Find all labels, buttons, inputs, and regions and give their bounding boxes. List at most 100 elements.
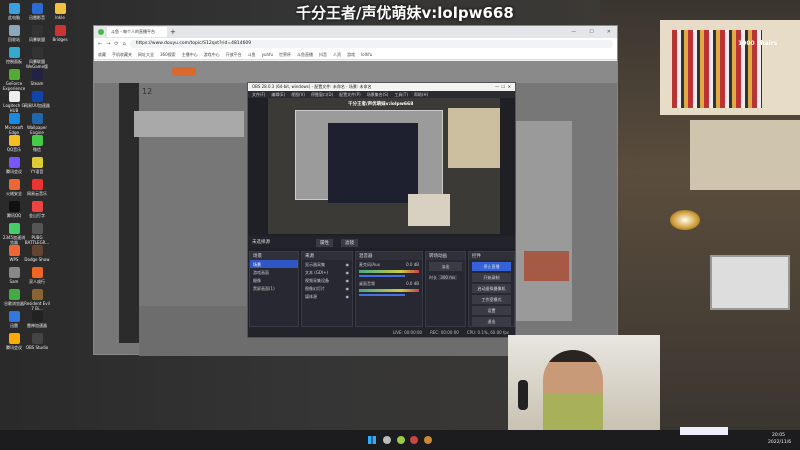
bookmark-item[interactable]: 人资 [333, 52, 341, 58]
scene-item[interactable]: 黑屏画面(1) [250, 284, 298, 292]
source-item[interactable]: 文本 (GDI+) ◉ [302, 268, 352, 276]
browser-tab[interactable]: 斗鱼 - 每个人的直播平台 [107, 27, 167, 37]
bookmark-item[interactable]: 游戏中心 [204, 52, 220, 58]
desktop-icon[interactable]: 风暴联盟 WeGame版 [24, 47, 50, 69]
maximize-icon[interactable]: ☐ [589, 29, 593, 35]
volume-slider[interactable] [359, 275, 406, 277]
eye-icon[interactable]: ◉ [346, 286, 350, 291]
control-button[interactable]: 退出 [472, 317, 511, 326]
sources-dock: 来源 显示器采集 ◉ 文本 (GDI+) ◉ 视频采集设备 ◉ 图像幻灯片 ◉ 媒体源 ◉ [301, 251, 353, 327]
bookmark-item[interactable]: 世界杯 [279, 52, 291, 58]
obs-preview[interactable]: 千分王者/声优萌妹v:lolpw668 [268, 98, 500, 234]
control-button[interactable]: 开始录制 [472, 273, 511, 282]
desktop-icon[interactable]: PUBG BATTLEGR... [24, 223, 50, 245]
source-item[interactable]: 图像幻灯片 ◉ [302, 284, 352, 292]
bookmark-item[interactable]: 手机收藏夹 [112, 52, 132, 58]
douyu-logo[interactable] [172, 67, 196, 76]
eye-icon[interactable]: ◉ [346, 278, 350, 283]
bookmark-item[interactable]: 网址大全 [138, 52, 154, 58]
bookmark-item[interactable]: 斗鱼 [248, 52, 256, 58]
control-button[interactable]: 工作室模式 [472, 295, 511, 304]
volume-slider[interactable] [359, 294, 406, 296]
desktop-icon[interactable]: Steam [24, 69, 50, 86]
app-icon [8, 333, 20, 344]
desktop-icon[interactable]: Wallpaper Engine [24, 113, 50, 135]
eye-icon[interactable]: ◉ [346, 294, 350, 299]
bookmark-item[interactable]: yuhfu [262, 52, 273, 57]
bookmark-item[interactable]: 收藏 [98, 52, 106, 58]
desktop-icon[interactable]: 金山打字 [24, 201, 50, 218]
obs-taskbar-icon[interactable] [383, 436, 391, 444]
new-tab-icon[interactable]: + [170, 28, 176, 36]
obs-window[interactable]: OBS 28.0.3 (64-bit, windows) - 配置文件: 未命名… [247, 82, 516, 338]
app-icon [8, 289, 20, 300]
bookmark-item[interactable]: 360搜索 [160, 52, 176, 58]
obs-menu-item[interactable]: 编辑(E) [271, 92, 285, 97]
bookmark-item[interactable]: lolhfu [361, 52, 372, 57]
desktop-icons: 此电脑 迅雷影音 Inkle 回收站 风暴联盟 Bridges 控制面板 风暴联盟 WeGam… [0, 0, 92, 428]
desktop-icon-label: Dodge Show [24, 257, 50, 262]
start-icon[interactable] [368, 436, 376, 444]
scene-item[interactable]: 游戏画面 [250, 268, 298, 276]
forward-icon[interactable]: → [106, 41, 110, 47]
bookmark-item[interactable]: 抖音 [319, 52, 327, 58]
rec-status: REC: 00:00:00 [430, 330, 459, 335]
source-item[interactable]: 媒体源 ◉ [302, 292, 352, 300]
window-controls[interactable]: — ☐ ✕ [495, 84, 511, 90]
app-taskbar-icon[interactable] [424, 436, 432, 444]
close-icon[interactable]: ✕ [607, 29, 611, 35]
url-input[interactable]: https://www.douyu.com/topic/S12qxt?rid=4… [129, 40, 613, 48]
controls-dock: 控件 停止直播 开始录制 启动虚拟摄像机 工作室模式 设置 退出 [468, 251, 515, 327]
desktop-icon[interactable]: Resident Evil 7 Bi... [24, 289, 50, 311]
minimize-icon[interactable]: — [571, 29, 576, 35]
properties-button[interactable]: 属性 [316, 239, 333, 247]
obs-menu-item[interactable]: 文件(F) [252, 92, 265, 97]
desktop-icon[interactable]: 双人成行 [24, 267, 50, 284]
desktop-icon[interactable]: Bridges [47, 25, 73, 42]
app-icon [31, 157, 43, 168]
desktop-icon[interactable]: Dodge Show [24, 245, 50, 262]
duration-input[interactable]: 300 ms [438, 275, 458, 280]
source-item[interactable]: 视频采集设备 ◉ [302, 276, 352, 284]
obs-menu-item[interactable]: 场景集合(S) [367, 92, 389, 97]
back-icon[interactable]: ← [98, 41, 102, 47]
bookmark-item[interactable]: 游戏 [347, 52, 355, 58]
desktop-icon[interactable]: OBS Studio [24, 333, 50, 350]
control-button[interactable]: 设置 [472, 306, 511, 315]
app-icon [31, 179, 43, 190]
obs-menu-item[interactable]: 视图(V) [291, 92, 305, 97]
obs-menu-item[interactable]: 配置文件(P) [339, 92, 361, 97]
source-item[interactable]: 显示器采集 ◉ [302, 260, 352, 268]
bookmark-item[interactable]: 开放平台 [226, 52, 242, 58]
desktop-icon[interactable]: Inkle [47, 3, 73, 20]
home-icon[interactable]: ⌂ [123, 41, 126, 47]
app-icon [8, 157, 20, 168]
wechat-taskbar-icon[interactable] [397, 436, 405, 444]
control-button[interactable]: 启动虚拟摄像机 [472, 284, 511, 293]
app-icon [31, 245, 43, 256]
eye-icon[interactable]: ◉ [346, 262, 350, 267]
scene-item[interactable]: 摄像 [250, 276, 298, 284]
control-button[interactable]: 停止直播 [472, 262, 511, 271]
obs-menu-item[interactable]: 帮助(H) [414, 92, 428, 97]
clock-time[interactable]: 20:05 [772, 433, 785, 438]
desktop-icon[interactable]: 微信 [24, 135, 50, 152]
browser-taskbar-icon[interactable] [410, 436, 418, 444]
desktop-icon[interactable]: 网易云音乐 [24, 179, 50, 196]
filters-button[interactable]: 滤镜 [341, 239, 358, 247]
desktop-icon[interactable]: YY语音 [24, 157, 50, 174]
obs-menu-item[interactable]: 停靠窗口(D) [311, 92, 333, 97]
desktop-icon-label: PUBG BATTLEGR... [24, 235, 50, 245]
bookmark-item[interactable]: 主播中心 [182, 52, 198, 58]
scene-item[interactable]: 场景 [250, 260, 298, 268]
desktop-icon[interactable]: 网易UU加速器 [24, 91, 50, 108]
desktop-icon[interactable]: 雷神加速器 [24, 311, 50, 328]
eye-icon[interactable]: ◉ [346, 270, 350, 275]
clock-date[interactable]: 2022/11/6 [768, 440, 791, 445]
app-icon [31, 69, 43, 80]
bookmark-item[interactable]: 斗鱼直播 [297, 52, 313, 58]
reload-icon[interactable]: ⟳ [114, 41, 118, 47]
obs-menu-item[interactable]: 工具(T) [394, 92, 408, 97]
address-bar: ← → ⟳ ⌂ https://www.douyu.com/topic/S12q… [94, 38, 617, 50]
transition-select[interactable]: 淡出 [429, 262, 462, 271]
